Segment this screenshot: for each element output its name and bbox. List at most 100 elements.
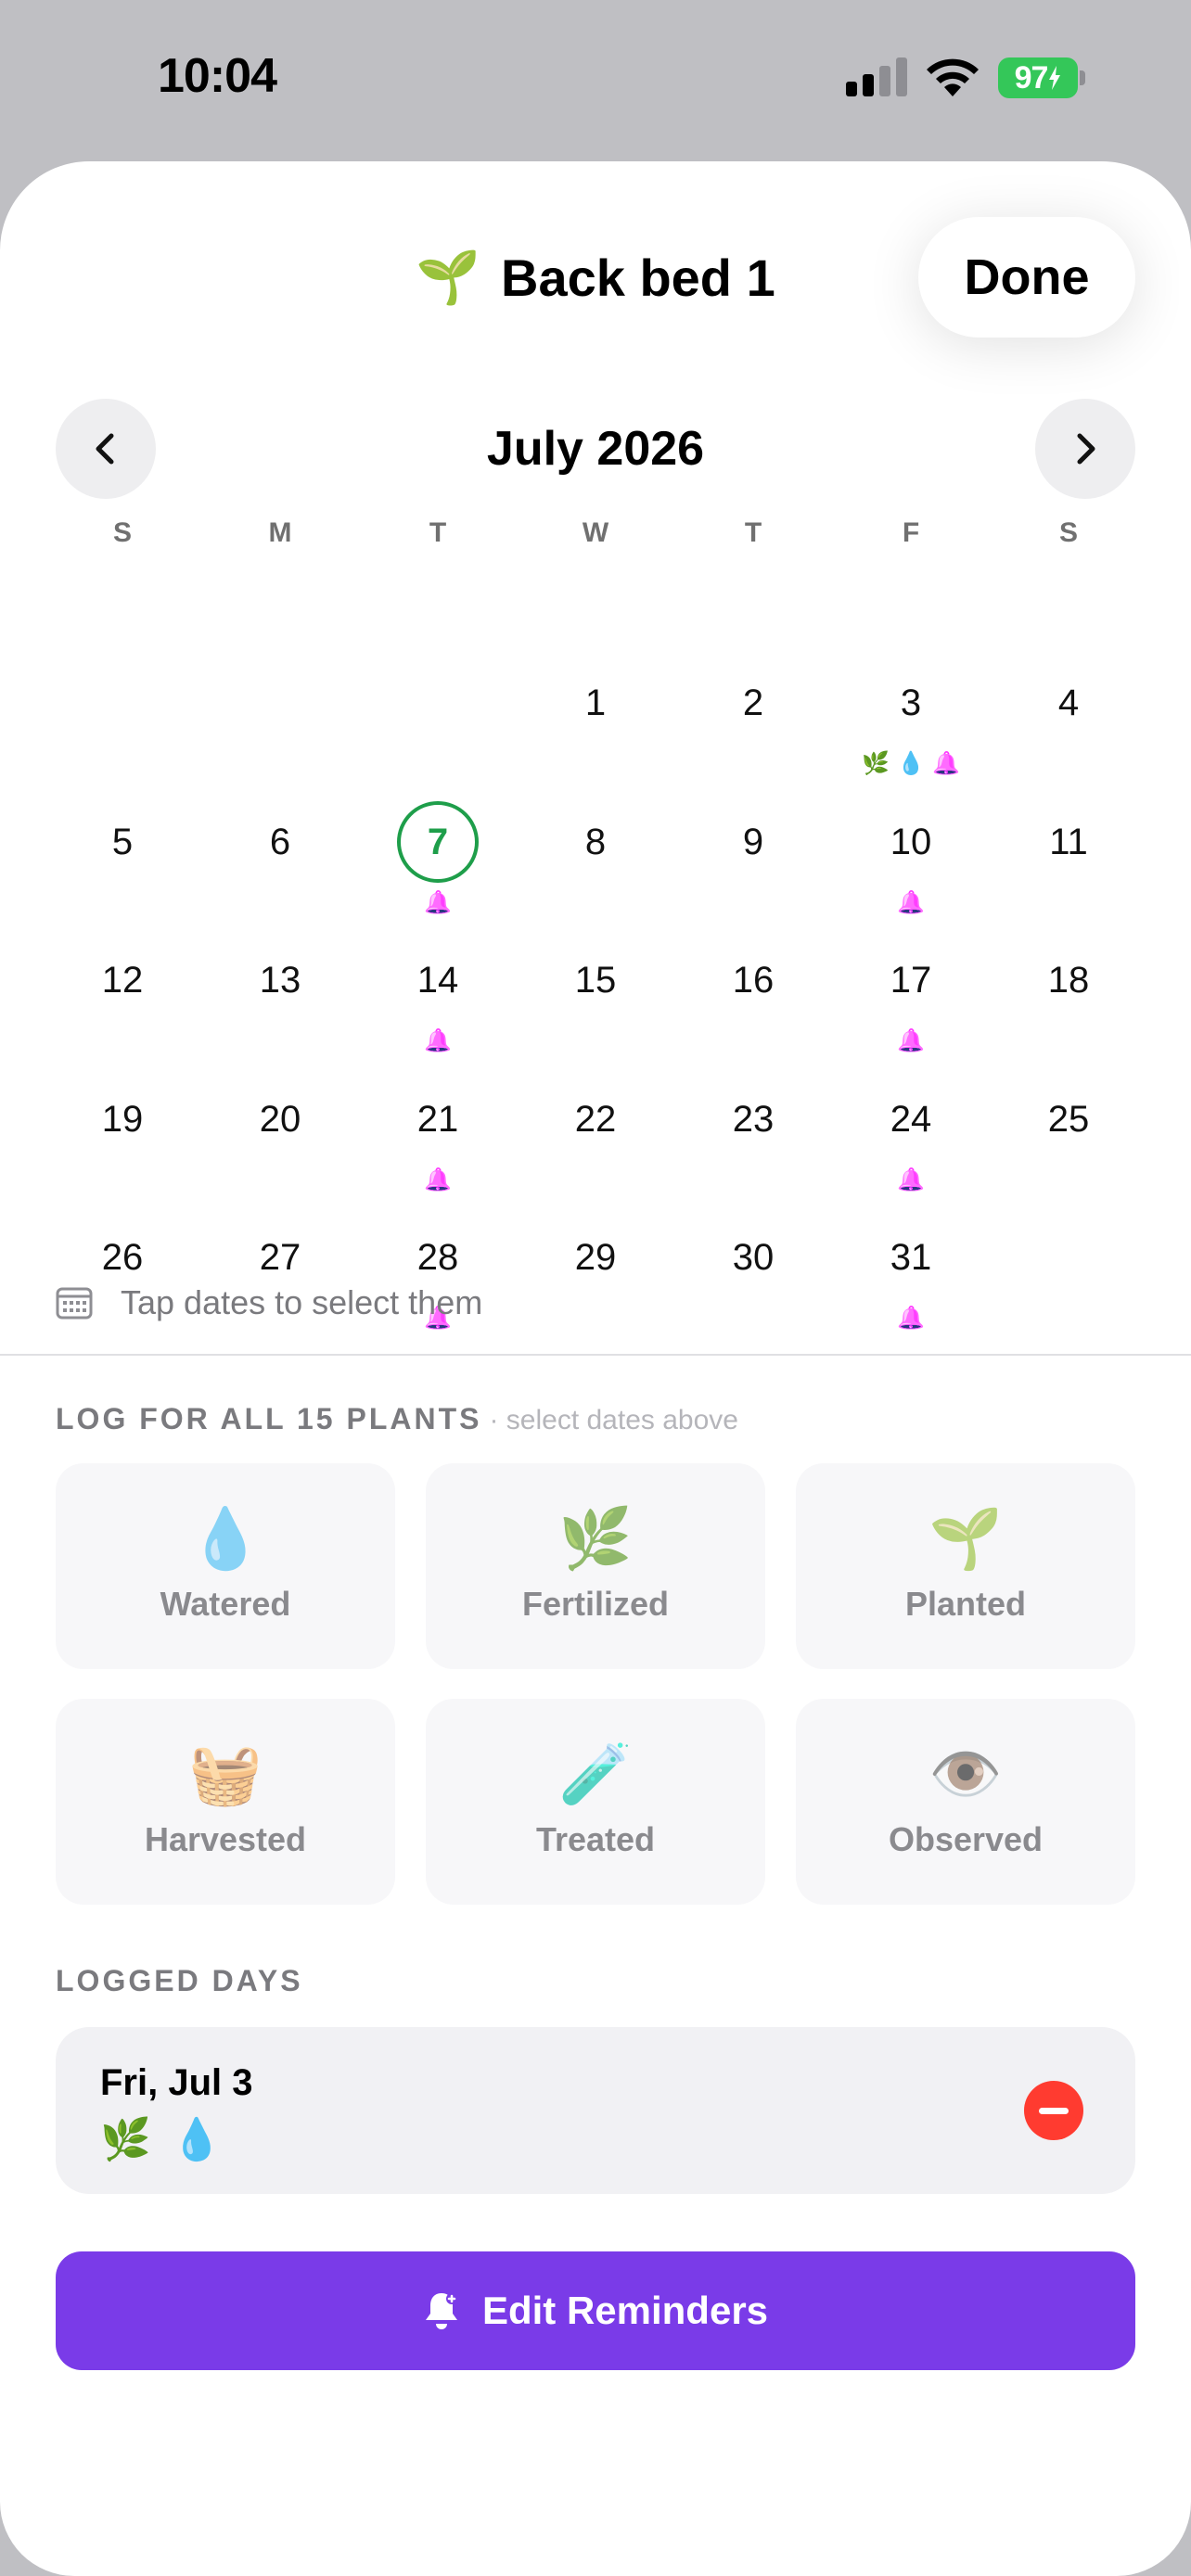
day-markers: 🔔	[359, 1027, 517, 1056]
hint-text: Tap dates to select them	[121, 1283, 483, 1321]
action-label: Treated	[535, 1820, 656, 1858]
day-number: 13	[259, 960, 301, 1001]
remove-logged-day-button[interactable]	[1024, 2081, 1083, 2140]
weekday-label: T	[429, 517, 447, 548]
log-treated-button[interactable]: 🧪 Treated	[426, 1699, 765, 1905]
day-number: 22	[574, 1098, 617, 1140]
day-number: 16	[732, 960, 775, 1001]
log-observed-button[interactable]: 👁️ Observed	[796, 1699, 1135, 1905]
log-fertilized-button[interactable]: 🌿 Fertilized	[426, 1463, 765, 1669]
bed-name: Back bed 1	[501, 248, 775, 307]
harvested-icon: 🧺	[188, 1741, 263, 1807]
day-cell-31[interactable]: 31 🔔	[832, 1239, 990, 1396]
battery-icon: 97	[998, 57, 1085, 98]
day-number: 6	[269, 821, 291, 862]
day-markers: 🔔	[832, 888, 990, 918]
done-button[interactable]: Done	[918, 217, 1135, 338]
day-number: 20	[259, 1098, 301, 1140]
day-number: 25	[1047, 1098, 1090, 1140]
day-number: 2	[742, 682, 764, 723]
day-number: 8	[584, 821, 607, 862]
weekday-label: T	[744, 517, 762, 548]
day-markers: 🌿 💧 🔔	[832, 749, 990, 779]
day-number: 27	[259, 1237, 301, 1278]
minus-icon	[1039, 2107, 1069, 2114]
logged-day-row[interactable]: Fri, Jul 3 🌿 💧	[56, 2027, 1135, 2194]
edit-reminders-label: Edit Reminders	[481, 2289, 769, 2332]
day-number: 18	[1047, 960, 1090, 1001]
section-divider	[0, 1354, 1191, 1356]
weekday-label: S	[1058, 517, 1078, 548]
weekday-header: SMTWTFS	[44, 517, 1147, 549]
log-watered-button[interactable]: 💧 Watered	[56, 1463, 395, 1669]
log-action-grid: 💧 Watered 🌿 Fertilized 🌱 Planted 🧺 Harvested 🧪 Tr…	[56, 1463, 1135, 1905]
day-cell-26[interactable]: 26	[44, 1239, 201, 1396]
edit-reminders-button[interactable]: Edit Reminders	[56, 2251, 1135, 2370]
reminder-bell-icon: 🔔	[424, 889, 452, 915]
day-cell-25[interactable]: 25	[990, 1101, 1147, 1258]
reminder-bell-icon: 🔔	[897, 1167, 925, 1192]
log-section-title: LOG FOR ALL 15 PLANTS	[56, 1402, 482, 1435]
action-label: Watered	[160, 1585, 291, 1623]
select-dates-hint: Tap dates to select them	[56, 1283, 482, 1322]
log-section-label: LOG FOR ALL 15 PLANTS · select dates abov…	[56, 1402, 738, 1436]
bell-icon	[425, 2293, 457, 2329]
weekday-label: W	[582, 517, 609, 548]
reminder-bell-icon: 🔔	[931, 751, 960, 776]
chevron-right-icon	[1077, 433, 1095, 465]
treated-icon: 🧪	[558, 1741, 633, 1807]
action-label: Observed	[888, 1820, 1044, 1858]
day-number: 3	[900, 682, 922, 723]
weekday-label: M	[268, 517, 292, 548]
day-cell-30[interactable]: 30	[674, 1239, 832, 1396]
observed-icon: 👁️	[928, 1741, 1003, 1807]
day-number: 19	[101, 1098, 144, 1140]
plant-bed-sheet: 🌱 Back bed 1 Done July 2026 SMTWTFS 1 2 3 🌿…	[0, 161, 1191, 2576]
watered-icon: 💧	[171, 2117, 223, 2162]
wifi-icon	[927, 58, 979, 96]
day-number: 28	[416, 1237, 459, 1278]
day-number: 10	[890, 821, 932, 862]
day-number: 29	[574, 1237, 617, 1278]
reminder-bell-icon: 🔔	[424, 1167, 452, 1192]
day-number: 26	[101, 1237, 144, 1278]
fertilized-icon: 🌿	[100, 2117, 151, 2162]
day-number: 9	[742, 821, 764, 862]
calendar-icon	[56, 1287, 93, 1320]
day-number: 11	[1049, 821, 1088, 862]
day-markers: 🔔	[359, 1166, 517, 1195]
day-number: 7	[427, 821, 449, 862]
action-label: Harvested	[144, 1820, 307, 1858]
log-planted-button[interactable]: 🌱 Planted	[796, 1463, 1135, 1669]
day-number: 17	[890, 960, 932, 1001]
day-number: 14	[416, 960, 459, 1001]
next-month-button[interactable]	[1035, 399, 1135, 499]
fertilized-icon: 🌿	[862, 751, 890, 776]
day-number: 5	[111, 821, 134, 862]
day-cell-28[interactable]: 28 🔔	[359, 1239, 517, 1396]
logged-day-date: Fri, Jul 3	[100, 2062, 253, 2103]
reminder-bell-icon: 🔔	[424, 1028, 452, 1053]
reminder-bell-icon: 🔔	[897, 1028, 925, 1053]
day-cell-29[interactable]: 29	[517, 1239, 674, 1396]
battery-level: 97	[1014, 59, 1049, 96]
fertilized-icon: 🌿	[558, 1505, 633, 1572]
day-markers: 🔔	[832, 1304, 990, 1333]
weekday-label: S	[112, 517, 132, 548]
watered-icon: 💧	[188, 1505, 263, 1572]
log-section-sublabel: · select dates above	[489, 1405, 738, 1435]
status-time: 10:04	[158, 49, 277, 103]
day-number: 12	[101, 960, 144, 1001]
day-cell-27[interactable]: 27	[201, 1239, 359, 1396]
day-number: 1	[584, 682, 607, 723]
day-markers: 🔔	[832, 1166, 990, 1195]
day-number: 15	[574, 960, 617, 1001]
log-harvested-button[interactable]: 🧺 Harvested	[56, 1699, 395, 1905]
month-title: July 2026	[486, 422, 705, 476]
day-number: 30	[732, 1237, 775, 1278]
cellular-signal-icon	[846, 57, 907, 96]
weekday-label: F	[902, 517, 920, 548]
reminder-bell-icon: 🔔	[897, 889, 925, 915]
day-number: 4	[1057, 682, 1080, 723]
action-label: Planted	[904, 1585, 1027, 1623]
